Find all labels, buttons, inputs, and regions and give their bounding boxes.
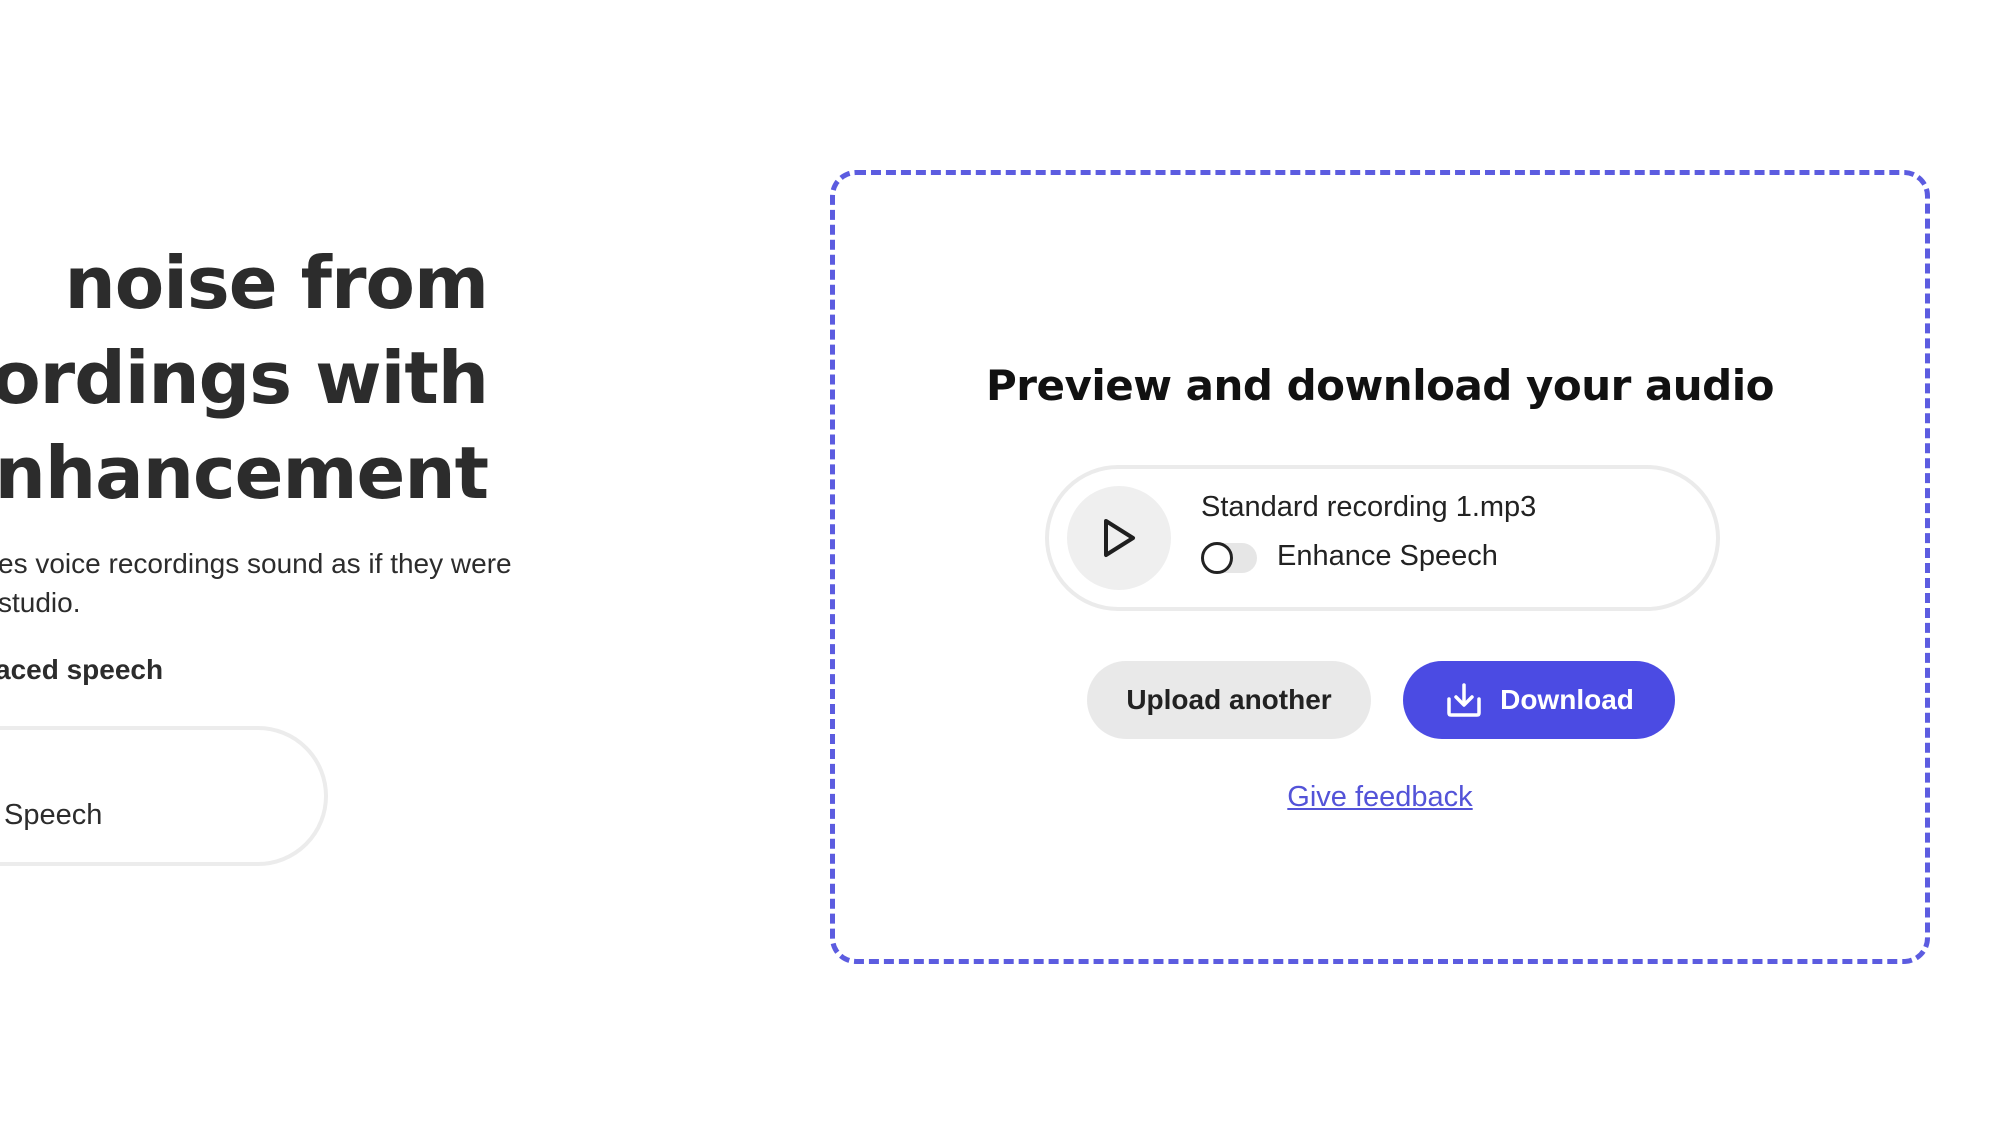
dropzone-title: Preview and download your audio	[985, 361, 1775, 410]
hero-description-line: es voice recordings sound as if they wer…	[0, 548, 512, 579]
download-button-label: Download	[1500, 684, 1634, 715]
give-feedback-link[interactable]: Give feedback	[1287, 781, 1472, 813]
audio-filename: Standard recording 1.mp3	[1201, 491, 1537, 523]
audio-player: Standard recording 1.mp3 Enhance Speech	[1045, 465, 1720, 611]
hero-title: noise from ordings with nhancement	[0, 236, 489, 521]
hero-title-line: ordings with	[0, 336, 489, 420]
page: noise from ordings with nhancement es vo…	[0, 0, 2000, 1125]
upload-dropzone: Preview and download your audio Standard…	[830, 170, 1930, 964]
hero-description: es voice recordings sound as if they wer…	[0, 544, 518, 622]
feedback-container: Give feedback	[835, 781, 1925, 814]
enhance-speech-toggle[interactable]	[1201, 542, 1257, 574]
download-icon	[1447, 683, 1481, 717]
download-button[interactable]: Download	[1403, 661, 1675, 739]
hero-description-line: studio.	[0, 587, 81, 618]
play-icon	[1104, 519, 1135, 557]
upload-another-button[interactable]: Upload another	[1087, 661, 1371, 739]
hero-speech-option[interactable]	[0, 726, 328, 866]
enhance-speech-label: Enhance Speech	[1277, 540, 1498, 572]
hero-speech-option-label: Speech	[4, 799, 103, 831]
hero-title-line: nhancement	[0, 431, 489, 515]
toggle-knob	[1201, 542, 1233, 574]
hero-title-line: noise from	[64, 241, 489, 325]
play-button[interactable]	[1067, 486, 1171, 590]
hero-option-label: aced speech	[0, 654, 164, 685]
